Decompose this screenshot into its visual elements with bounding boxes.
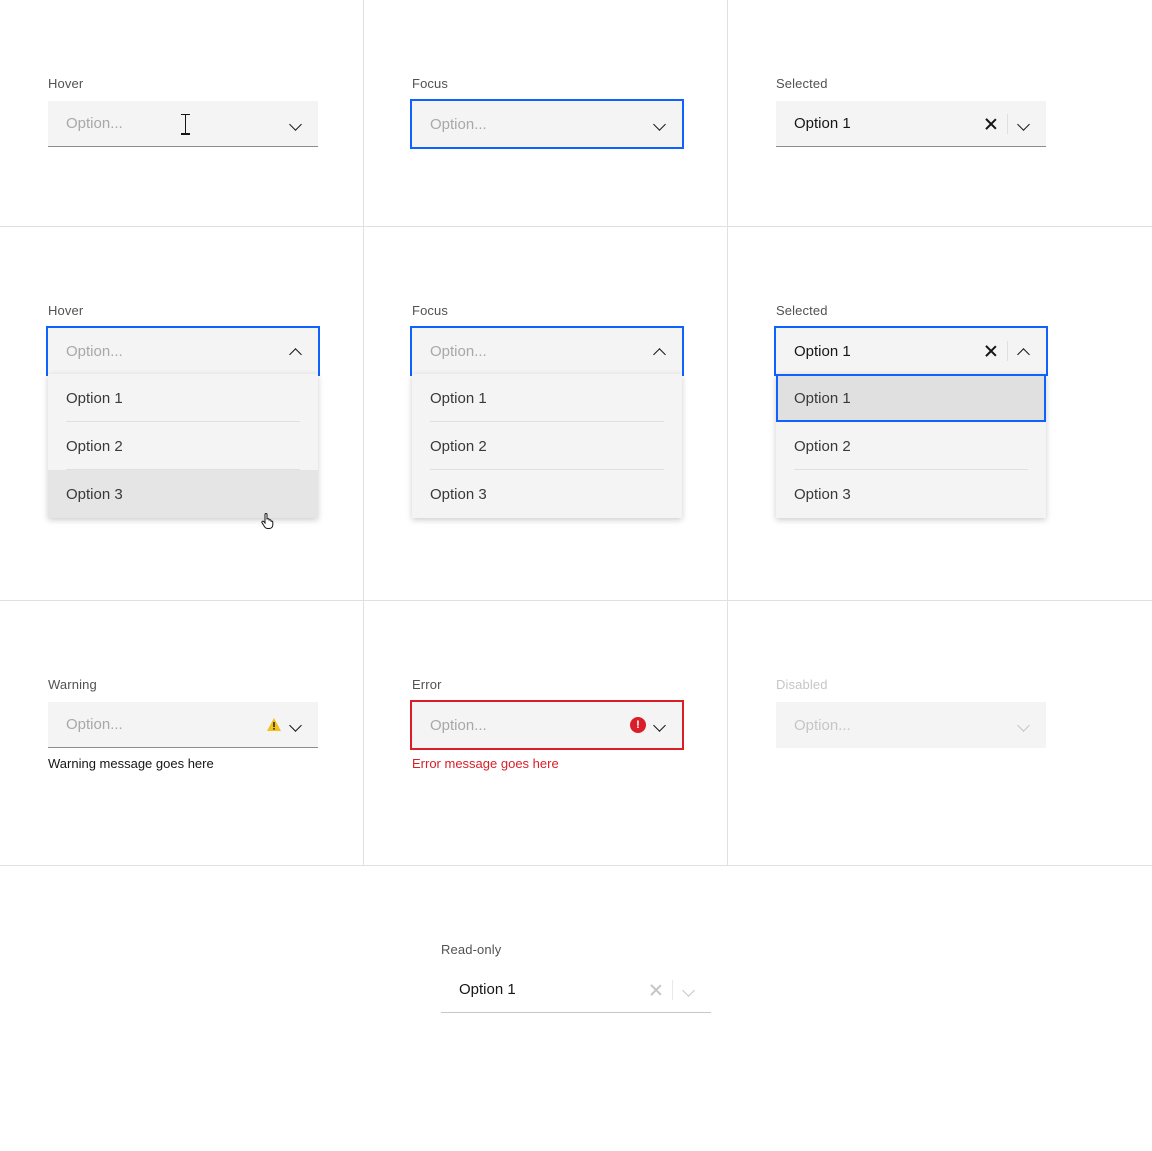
clear-icon[interactable] (983, 343, 999, 359)
combobox[interactable]: Option 1 (776, 328, 1046, 374)
state-hover-closed: Hover Option... (0, 0, 364, 226)
state-label: Hover (48, 76, 315, 91)
chevron-down-icon (681, 982, 697, 998)
warning-message: Warning message goes here (48, 756, 315, 771)
divider (672, 980, 673, 1000)
dropdown-option[interactable]: Option 2 (776, 422, 1046, 470)
chevron-down-icon[interactable] (652, 717, 668, 733)
dropdown-option[interactable]: Option 3 (412, 470, 682, 518)
dropdown-option[interactable]: Option 2 (412, 422, 682, 470)
combobox[interactable]: Option... (48, 328, 318, 374)
combobox-value: Option 1 (459, 981, 648, 998)
combobox[interactable]: Option... (48, 702, 318, 748)
combobox[interactable]: Option 1 (776, 101, 1046, 147)
combobox[interactable]: Option... (412, 328, 682, 374)
state-label: Disabled (776, 677, 1104, 692)
chevron-up-icon[interactable] (1016, 343, 1032, 359)
state-label: Selected (776, 76, 1104, 91)
state-focus-closed: Focus Option... (364, 0, 728, 226)
divider (1007, 341, 1008, 361)
clear-icon[interactable] (983, 116, 999, 132)
combobox[interactable]: Option... (412, 101, 682, 147)
combobox-placeholder: Option... (430, 717, 630, 734)
state-label: Read-only (441, 942, 711, 957)
state-selected-closed: Selected Option 1 (728, 0, 1152, 226)
dropdown-option[interactable]: Option 2 (48, 422, 318, 470)
pointer-cursor-icon (260, 512, 276, 530)
state-readonly-row: Read-only Option 1 (0, 866, 1152, 1013)
text-cursor-icon (179, 114, 193, 134)
state-label: Error (412, 677, 679, 692)
state-label: Focus (412, 76, 679, 91)
state-label: Hover (48, 303, 315, 318)
state-selected-open: Selected Option 1 Option 1 Option 2 Opti… (728, 226, 1152, 600)
state-focus-open: Focus Option... Option 1 Option 2 Option… (364, 226, 728, 600)
chevron-up-icon[interactable] (652, 343, 668, 359)
dropdown-menu: Option 1 Option 2 Option 3 (776, 374, 1046, 518)
chevron-down-icon[interactable] (1016, 116, 1032, 132)
chevron-down-icon[interactable] (288, 717, 304, 733)
error-message: Error message goes here (412, 756, 679, 771)
state-error: Error Option... ! Error message goes her… (364, 600, 728, 865)
dropdown-option[interactable]: Option 1 (412, 374, 682, 422)
combobox[interactable]: Option... ! (412, 702, 682, 748)
combobox-placeholder: Option... (66, 115, 161, 132)
dropdown-menu: Option 1 Option 2 Option 3 (48, 374, 318, 518)
dropdown-option[interactable]: Option 1 (776, 374, 1046, 422)
state-warning: Warning Option... Warning message goes h… (0, 600, 364, 865)
combobox-placeholder: Option... (66, 343, 288, 360)
state-label: Focus (412, 303, 679, 318)
error-icon: ! (630, 717, 646, 733)
chevron-down-icon[interactable] (288, 116, 304, 132)
clear-icon (648, 982, 664, 998)
combobox: Option 1 (441, 967, 711, 1013)
state-label: Selected (776, 303, 1104, 318)
combobox-placeholder: Option... (66, 716, 266, 733)
state-label: Warning (48, 677, 315, 692)
dropdown-option[interactable]: Option 1 (48, 374, 318, 422)
combobox-value: Option 1 (794, 343, 983, 360)
chevron-up-icon[interactable] (288, 343, 304, 359)
combobox: Option... (776, 702, 1046, 748)
dropdown-option[interactable]: Option 3 (776, 470, 1046, 518)
chevron-down-icon[interactable] (652, 116, 668, 132)
dropdown-menu: Option 1 Option 2 Option 3 (412, 374, 682, 518)
state-hover-open: Hover Option... Option 1 Option 2 Option… (0, 226, 364, 600)
dropdown-option[interactable]: Option 3 (48, 470, 318, 518)
combobox-value: Option 1 (794, 115, 983, 132)
chevron-down-icon (1016, 717, 1032, 733)
combobox-placeholder: Option... (430, 116, 652, 133)
combobox[interactable]: Option... (48, 101, 318, 147)
combobox-placeholder: Option... (794, 717, 1016, 734)
warning-icon (266, 717, 282, 733)
state-disabled: Disabled Option... (728, 600, 1152, 865)
divider (1007, 114, 1008, 134)
combobox-placeholder: Option... (430, 343, 652, 360)
